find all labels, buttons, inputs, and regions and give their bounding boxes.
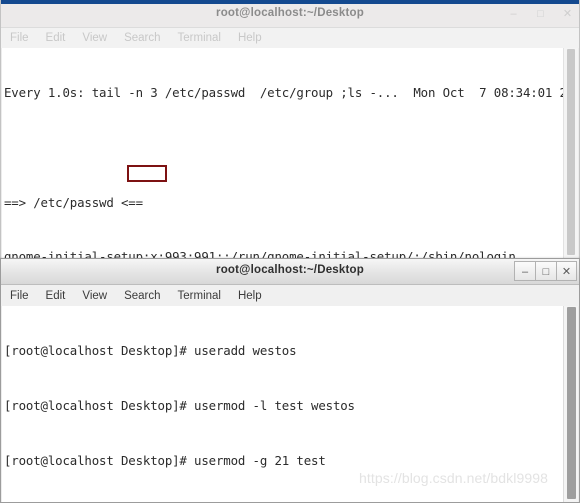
minimize-icon[interactable]: – [514, 261, 535, 281]
maximize-icon[interactable]: □ [533, 7, 548, 22]
window-controls-top[interactable]: – □ ✕ [506, 7, 575, 22]
close-icon[interactable]: ✕ [560, 7, 575, 22]
scrollbar-top[interactable] [563, 48, 578, 260]
menubar-top[interactable]: File Edit View Search Terminal Help [1, 28, 579, 48]
menu-item-search[interactable]: Search [124, 290, 160, 302]
window-title-top: root@localhost:~/Desktop [216, 7, 364, 19]
menu-item-edit[interactable]: Edit [46, 290, 66, 302]
terminal-output-bottom[interactable]: [root@localhost Desktop]# useradd westos… [2, 306, 564, 502]
scrollbar-thumb[interactable] [567, 307, 576, 499]
titlebar-bottom[interactable]: root@localhost:~/Desktop – □ ✕ [1, 259, 579, 285]
menu-item-terminal[interactable]: Terminal [178, 32, 221, 44]
menubar-bottom[interactable]: File Edit View Search Terminal Help [1, 285, 579, 306]
terminal-output-top[interactable]: Every 1.0s: tail -n 3 /etc/passwd /etc/g… [2, 48, 564, 260]
maximize-icon[interactable]: □ [535, 261, 556, 281]
terminal-window-top[interactable]: root@localhost:~/Desktop – □ ✕ File Edit… [0, 0, 580, 262]
scrollbar-thumb[interactable] [567, 49, 575, 255]
close-icon[interactable]: ✕ [556, 261, 577, 281]
menu-item-help[interactable]: Help [238, 32, 262, 44]
window-controls-bottom[interactable]: – □ ✕ [514, 261, 577, 281]
menu-item-view[interactable]: View [82, 32, 107, 44]
terminal-line: [root@localhost Desktop]# usermod -l tes… [4, 398, 355, 413]
terminal-line: ==> /etc/passwd <== [4, 194, 143, 210]
scrollbar-bottom[interactable] [563, 306, 578, 502]
terminal-window-bottom[interactable]: root@localhost:~/Desktop – □ ✕ File Edit… [0, 258, 580, 503]
menu-item-terminal[interactable]: Terminal [178, 290, 221, 302]
minimize-icon[interactable]: – [506, 7, 521, 22]
terminal-text-bottom: [root@localhost Desktop]# useradd westos… [4, 306, 457, 502]
titlebar-top[interactable]: root@localhost:~/Desktop – □ ✕ [1, 4, 579, 28]
menu-item-view[interactable]: View [82, 290, 107, 302]
terminal-line: Every 1.0s: tail -n 3 /etc/passwd /etc/g… [4, 85, 564, 101]
terminal-line: [root@localhost Desktop]# usermod -g 21 … [4, 452, 326, 468]
window-title-bottom: root@localhost:~/Desktop [216, 264, 364, 276]
menu-item-help[interactable]: Help [238, 290, 262, 302]
terminal-line: [root@localhost Desktop]# useradd westos [4, 343, 297, 359]
menu-item-edit[interactable]: Edit [46, 32, 66, 44]
terminal-text-top: Every 1.0s: tail -n 3 /etc/passwd /etc/g… [4, 48, 564, 260]
menu-item-file[interactable]: File [10, 290, 29, 302]
menu-item-search[interactable]: Search [124, 32, 160, 44]
menu-item-file[interactable]: File [10, 32, 29, 44]
